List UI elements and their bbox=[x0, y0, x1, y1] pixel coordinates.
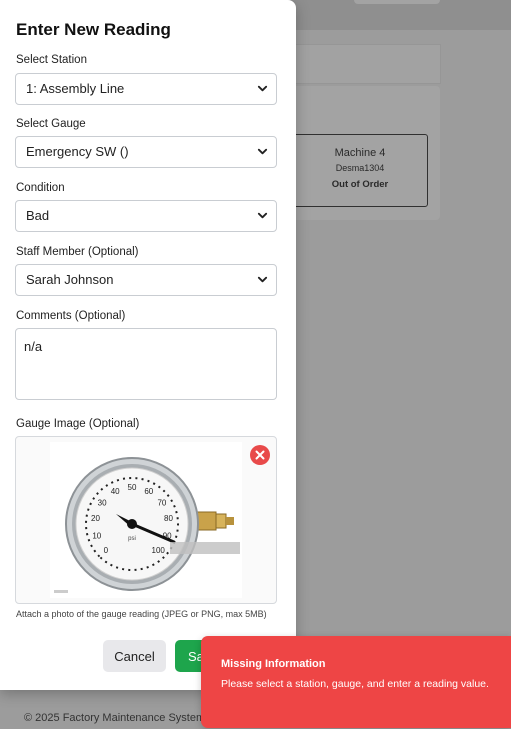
image-preview-box[interactable]: 0 10 20 30 40 50 60 70 80 90 100 psi bbox=[15, 436, 277, 604]
condition-label: Condition bbox=[16, 182, 65, 194]
modal-title: Enter New Reading bbox=[16, 20, 171, 39]
gauge-select-value: Emergency SW () bbox=[26, 144, 129, 159]
toast-message: Please select a station, gauge, and ente… bbox=[221, 678, 489, 690]
image-label: Gauge Image (Optional) bbox=[16, 418, 140, 430]
cancel-button[interactable]: Cancel bbox=[103, 640, 166, 672]
dial-tick-label: 0 bbox=[104, 546, 109, 555]
dial-tick-label: 20 bbox=[91, 514, 100, 523]
station-label: Select Station bbox=[16, 54, 87, 66]
machine-name: Machine 4 bbox=[334, 147, 386, 159]
chevron-down-icon bbox=[257, 148, 268, 155]
dial-tick-label: 10 bbox=[92, 531, 101, 540]
chevron-down-icon bbox=[257, 212, 268, 219]
background-top-button bbox=[354, 0, 440, 4]
background-tab-row bbox=[276, 44, 441, 84]
machine-card: Machine 4 Desma1304 Out of Order bbox=[292, 134, 428, 207]
station-select[interactable]: 1: Assembly Line bbox=[15, 73, 277, 105]
machine-status: Out of Order bbox=[331, 179, 389, 190]
toast-title: Missing Information bbox=[221, 658, 326, 670]
dial-tick-label: 30 bbox=[98, 498, 107, 507]
footer-copyright: © 2025 Factory Maintenance System bbox=[24, 712, 206, 724]
staff-select[interactable]: Sarah Johnson bbox=[15, 264, 277, 296]
gauge-select[interactable]: Emergency SW () bbox=[15, 136, 277, 168]
gauge-photo: 010203040 50 60708090100 psi bbox=[50, 442, 242, 598]
dial-tick-label: 80 bbox=[164, 514, 173, 523]
chevron-down-icon bbox=[257, 276, 268, 283]
dial-tick-label: 50 bbox=[128, 483, 137, 492]
dial-tick-label: 60 bbox=[144, 487, 153, 496]
dial-tick-label: 40 bbox=[111, 487, 120, 496]
chevron-down-icon bbox=[257, 85, 268, 92]
new-reading-modal: Enter New Reading Select Station 1: Asse… bbox=[0, 0, 296, 690]
station-select-value: 1: Assembly Line bbox=[26, 81, 125, 96]
dial-tick-label: 100 bbox=[152, 546, 166, 555]
error-toast[interactable]: Missing Information Please select a stat… bbox=[201, 636, 511, 728]
image-helper-text: Attach a photo of the gauge reading (JPE… bbox=[16, 609, 267, 619]
staff-select-value: Sarah Johnson bbox=[26, 272, 114, 287]
comments-textarea[interactable]: n/a bbox=[15, 328, 277, 400]
gauge-label: Select Gauge bbox=[16, 118, 86, 130]
dial-unit: psi bbox=[128, 536, 136, 542]
remove-image-button[interactable] bbox=[250, 445, 270, 465]
machine-code: Desma1304 bbox=[335, 163, 385, 173]
staff-label: Staff Member (Optional) bbox=[16, 246, 139, 258]
dial-tick-label: 70 bbox=[157, 498, 166, 507]
close-circle-icon bbox=[255, 450, 265, 460]
comments-label: Comments (Optional) bbox=[16, 310, 126, 322]
condition-select[interactable]: Bad bbox=[15, 200, 277, 232]
condition-select-value: Bad bbox=[26, 208, 50, 223]
